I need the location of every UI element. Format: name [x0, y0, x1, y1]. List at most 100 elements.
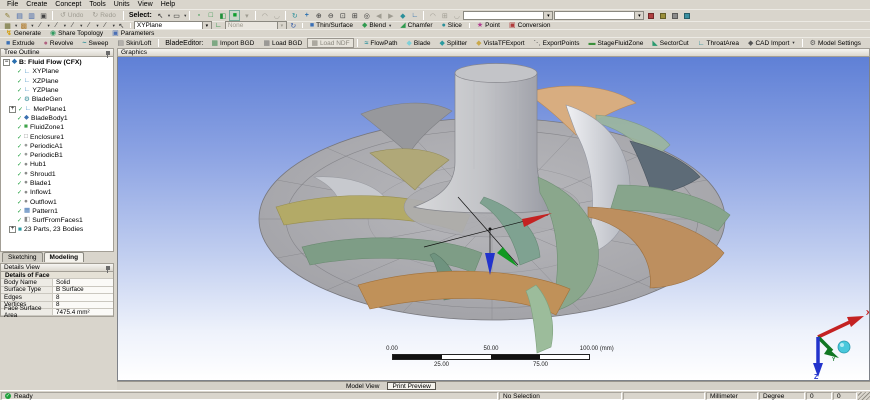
magnifier-window-icon[interactable]: ◎ — [361, 10, 372, 21]
import-bgd-button[interactable]: ▦ Import BGD — [207, 38, 258, 48]
tree-item-surffromfaces1[interactable]: ✓◧SurfFromFaces1 — [1, 216, 113, 225]
display-shaded-icon[interactable] — [681, 10, 692, 21]
tree-item-xyplane[interactable]: ✓∟XYPlane — [1, 67, 113, 76]
sketch-rect-tool-icon[interactable]: ∕ — [83, 22, 94, 29]
tree-item-periodica1[interactable]: ✓●PeriodicA1 — [1, 142, 113, 151]
undo-button[interactable]: ↺ Undo — [56, 10, 87, 21]
tree-item-shroud1[interactable]: ✓●Shroud1 — [1, 170, 113, 179]
look-at-icon[interactable]: ∟ — [409, 10, 420, 21]
slice-button[interactable]: ● Slice — [438, 22, 466, 29]
display-edges-icon[interactable]: ◡ — [451, 10, 462, 21]
previous-view-icon[interactable]: ◀ — [373, 10, 384, 21]
menu-view[interactable]: View — [134, 0, 157, 9]
tree-item-hub1[interactable]: ✓●Hub1 — [1, 160, 113, 169]
sketch-spline-tool-icon[interactable]: ∕ — [100, 22, 111, 29]
blade-button[interactable]: ◆ Blade — [403, 38, 435, 48]
extend-selection-icon[interactable]: ◠ — [259, 10, 270, 21]
chamfer-button[interactable]: ◢ Chamfer — [396, 22, 436, 29]
image-capture-icon[interactable]: ▣ — [38, 10, 49, 21]
tree-item-parts-bodies[interactable]: +■23 Parts, 23 Bodies — [1, 225, 113, 234]
revolve-button[interactable]: ● Revolve — [40, 38, 78, 48]
blend-button[interactable]: ◆ Blend ▾ — [358, 22, 395, 29]
tab-model-view[interactable]: Model View — [342, 383, 383, 390]
adjacent-filter-dropdown-icon[interactable]: ▾ — [241, 10, 252, 21]
model-settings-button[interactable]: ⚙ Model Settings — [806, 38, 865, 48]
tab-print-preview[interactable]: Print Preview — [387, 382, 435, 390]
collapse-icon[interactable]: − — [3, 59, 10, 66]
tree-item-yzplane[interactable]: ✓∟YZPlane — [1, 86, 113, 95]
generate-button[interactable]: ↯ Generate — [2, 30, 45, 37]
feature-select-arrow-icon[interactable]: ▾ — [277, 22, 286, 29]
sweep-button[interactable]: ~ Sweep — [78, 38, 112, 48]
exportpoints-button[interactable]: ⋱ ExportPoints — [530, 38, 584, 48]
sketch-line-tool-icon[interactable]: ∕ — [35, 22, 46, 29]
tree-item-periodicb1[interactable]: ✓●PeriodicB1 — [1, 151, 113, 160]
filter-vertices-icon[interactable]: ▫ — [193, 10, 204, 21]
zoom-out-icon[interactable]: ⊖ — [325, 10, 336, 21]
box-zoom-icon[interactable]: ⊡ — [337, 10, 348, 21]
menu-create[interactable]: Create — [22, 0, 51, 9]
sketch-circle-dropdown-icon[interactable]: ▾ — [80, 23, 82, 29]
display-points-icon[interactable]: ⊞ — [439, 10, 450, 21]
new-plane-icon[interactable]: ∟ — [213, 22, 224, 29]
3d-viewport[interactable]: X Y Z 0.00 50.00 100.00 (mm) 25.00 75.00 — [117, 57, 870, 381]
load-ndf-button[interactable]: ▦ Load NDF — [307, 38, 353, 48]
tree-item-enclosure1[interactable]: ✓□Enclosure1 — [1, 132, 113, 141]
load-bgd-button[interactable]: ▦ Load BGD — [259, 38, 306, 48]
new-sketch-generate-icon[interactable]: ↻ — [288, 22, 299, 29]
zoom-to-fit-icon[interactable]: ⊞ — [349, 10, 360, 21]
stagefluidzone-button[interactable]: ▬ StageFluidZone — [584, 38, 647, 48]
display-plane-icon[interactable]: ◠ — [427, 10, 438, 21]
share-topology-button[interactable]: ◉ Share Topology — [46, 30, 107, 37]
view-orientation-triad[interactable]: X Y Z — [813, 310, 870, 381]
tree-item-bladebody1[interactable]: ✓◆BladeBody1 — [1, 114, 113, 123]
point-button[interactable]: ★ Point — [473, 22, 504, 29]
box-select-dropdown-icon[interactable]: ▾ — [184, 13, 186, 19]
tab-modeling[interactable]: Modeling — [44, 252, 85, 262]
new-sketch-icon[interactable]: ✎ — [2, 10, 13, 21]
box-select-icon[interactable]: ▭ — [171, 10, 182, 21]
select-mode-dropdown-icon[interactable]: ▾ — [168, 13, 170, 19]
extrude-button[interactable]: ■ Extrude — [2, 38, 39, 48]
named-selection-combo[interactable]: ▾ — [554, 11, 644, 20]
tree-item-root[interactable]: − ◆ B: Fluid Flow (CFX) — [1, 58, 113, 67]
sketch-point-tool-icon[interactable]: ↖ — [116, 22, 127, 29]
tree-item-outflow1[interactable]: ✓●Outflow1 — [1, 197, 113, 206]
cad-import-dropdown-icon[interactable]: ▾ — [792, 40, 794, 46]
expand-icon[interactable]: + — [9, 226, 16, 233]
menu-concept[interactable]: Concept — [51, 0, 85, 9]
menu-help[interactable]: Help — [157, 0, 179, 9]
tab-sketching[interactable]: Sketching — [2, 252, 43, 262]
blend-dropdown-icon[interactable]: ▾ — [389, 23, 391, 29]
vistatfexport-button[interactable]: ◆ VistaTFExport — [472, 38, 528, 48]
color-grid-dropdown-icon[interactable]: ▾ — [31, 23, 33, 29]
plane-select-arrow-icon[interactable]: ▾ — [202, 22, 211, 29]
menu-file[interactable]: File — [3, 0, 22, 9]
tree-item-blade1[interactable]: ✓●Blade1 — [1, 179, 113, 188]
skin-loft-button[interactable]: ▤ Skin/Loft — [113, 38, 155, 48]
tree-item-bladegen[interactable]: ✓⚙BladeGen — [1, 95, 113, 104]
tree-item-inflow1[interactable]: ✓●Inflow1 — [1, 188, 113, 197]
color-grid-icon[interactable]: ▩ — [18, 22, 29, 29]
selection-combo[interactable]: ▾ — [463, 11, 553, 20]
filter-edges-icon[interactable]: □ — [205, 10, 216, 21]
snap-grid-icon[interactable]: ▦ — [2, 22, 13, 29]
expand-icon[interactable]: + — [9, 106, 16, 113]
menu-units[interactable]: Units — [110, 0, 134, 9]
sketch-line-dropdown-icon[interactable]: ▾ — [48, 23, 50, 29]
selection-combo-arrow-icon[interactable]: ▾ — [543, 12, 552, 19]
next-view-icon[interactable]: ▶ — [385, 10, 396, 21]
sketch-spline-dropdown-icon[interactable]: ▾ — [113, 23, 115, 29]
display-plane-sketch-icon[interactable] — [657, 10, 668, 21]
parameters-button[interactable]: ▣ Parameters — [108, 30, 158, 37]
splitter-button[interactable]: ◆ Splitter — [436, 38, 472, 48]
display-model-icon[interactable] — [645, 10, 656, 21]
snap-grid-dropdown-icon[interactable]: ▾ — [15, 23, 17, 29]
tree-item-merplane1[interactable]: +✓∟MerPlane1 — [1, 104, 113, 113]
extend-limits-icon[interactable]: ◡ — [271, 10, 282, 21]
sketch-arc-dropdown-icon[interactable]: ▾ — [64, 23, 66, 29]
flowpath-button[interactable]: ≈ FlowPath — [361, 38, 402, 48]
save-as-icon[interactable]: ▥ — [26, 10, 37, 21]
redo-button[interactable]: ↻ Redo — [88, 10, 119, 21]
named-selection-combo-arrow-icon[interactable]: ▾ — [634, 12, 643, 19]
